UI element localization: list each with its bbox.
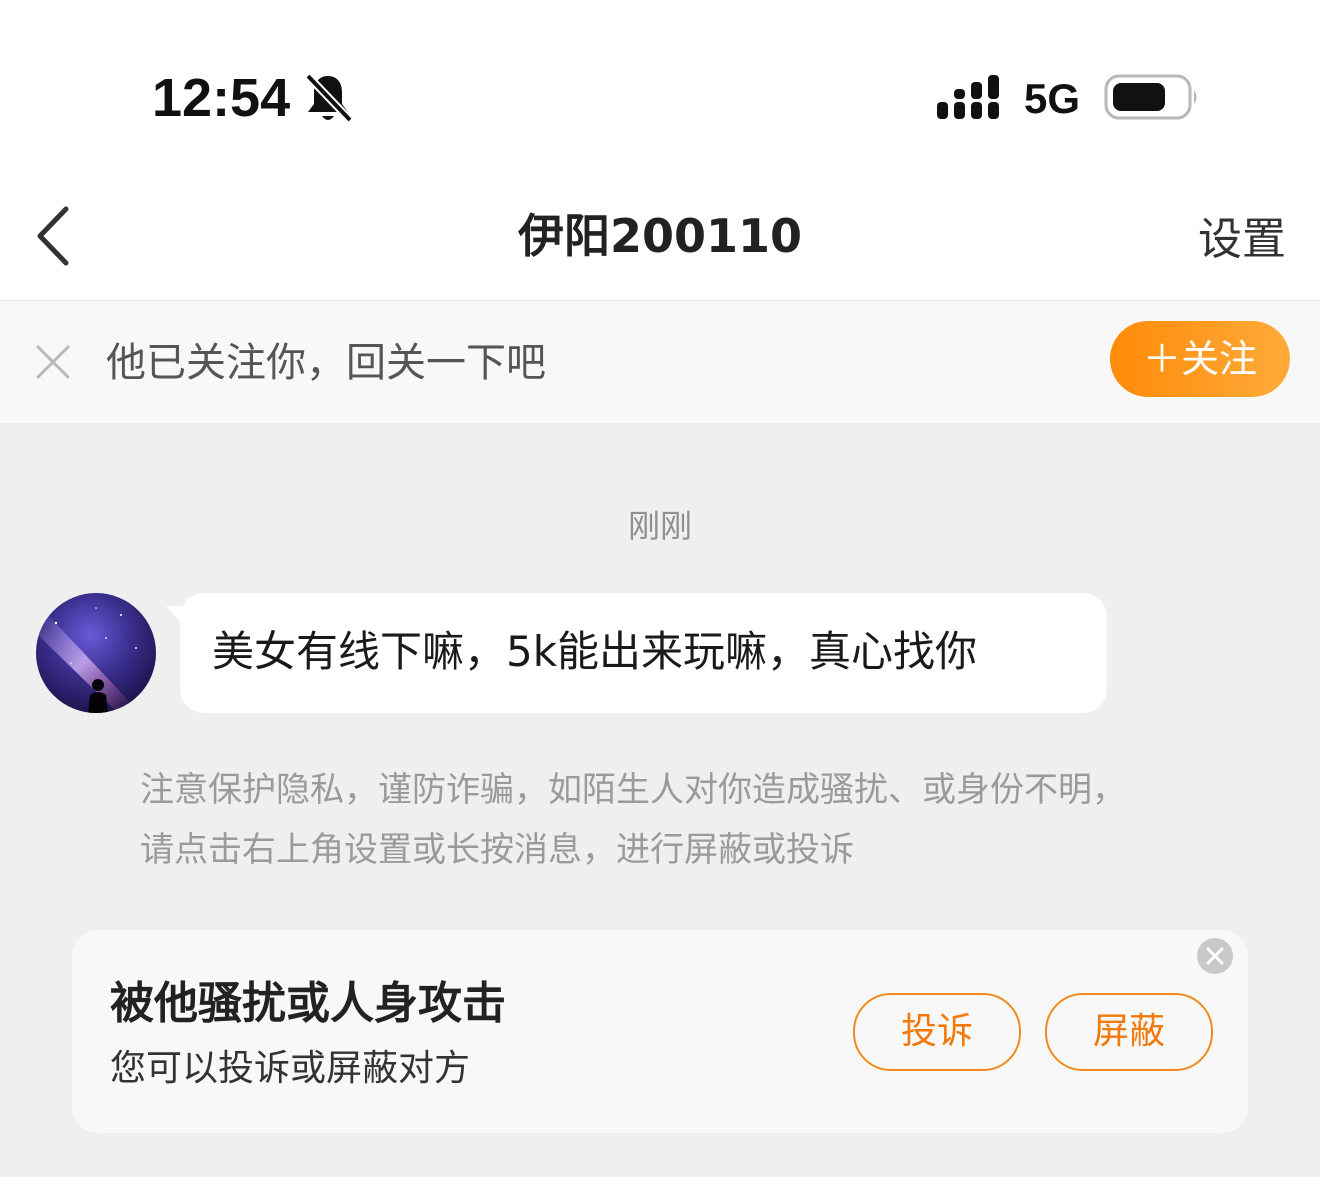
safety-notice-line: 注意保护隐私，谨防诈骗，如陌生人对你造成骚扰、或身份不明，: [140, 770, 1126, 810]
block-button[interactable]: 屏蔽: [1045, 993, 1213, 1071]
avatar-image: [36, 593, 156, 713]
status-time: 12:54: [152, 68, 291, 128]
follow-prompt-text: 他已关注你，回关一下吧: [106, 340, 546, 386]
follow-button[interactable]: ＋关注: [1110, 321, 1290, 397]
close-circle-icon[interactable]: [1197, 938, 1233, 974]
card-title: 被他骚扰或人身攻击: [110, 978, 506, 1029]
follow-back-banner: 他已关注你，回关一下吧 ＋关注: [0, 301, 1320, 423]
settings-button[interactable]: 设置: [1198, 209, 1286, 271]
battery-icon: [1104, 74, 1197, 120]
safety-notice: 注意保护隐私，谨防诈骗，如陌生人对你造成骚扰、或身份不明， 请点击右上角设置或长…: [140, 760, 1180, 880]
nav-bar: 伊阳200110 设置: [0, 175, 1320, 301]
message-text: 美女有线下嘛，5k能出来玩嘛，真心找你: [212, 627, 978, 676]
close-icon[interactable]: [34, 343, 72, 381]
status-bar: 12:54 5G: [0, 0, 1320, 175]
card-subtitle: 您可以投诉或屏蔽对方: [110, 1048, 471, 1089]
network-type: 5G: [1024, 75, 1081, 122]
avatar[interactable]: [36, 593, 156, 713]
page-title: 伊阳200110: [517, 209, 803, 263]
report-button[interactable]: 投诉: [853, 993, 1021, 1071]
harassment-card: 被他骚扰或人身攻击 您可以投诉或屏蔽对方 投诉 屏蔽: [72, 930, 1248, 1133]
bell-slash-icon: [305, 73, 353, 123]
safety-notice-line: 请点击右上角设置或长按消息，进行屏蔽或投诉: [140, 830, 854, 870]
signal-icon: [937, 75, 999, 119]
message-timestamp: 刚刚: [627, 507, 692, 545]
message-bubble[interactable]: 美女有线下嘛，5k能出来玩嘛，真心找你: [180, 593, 1107, 713]
